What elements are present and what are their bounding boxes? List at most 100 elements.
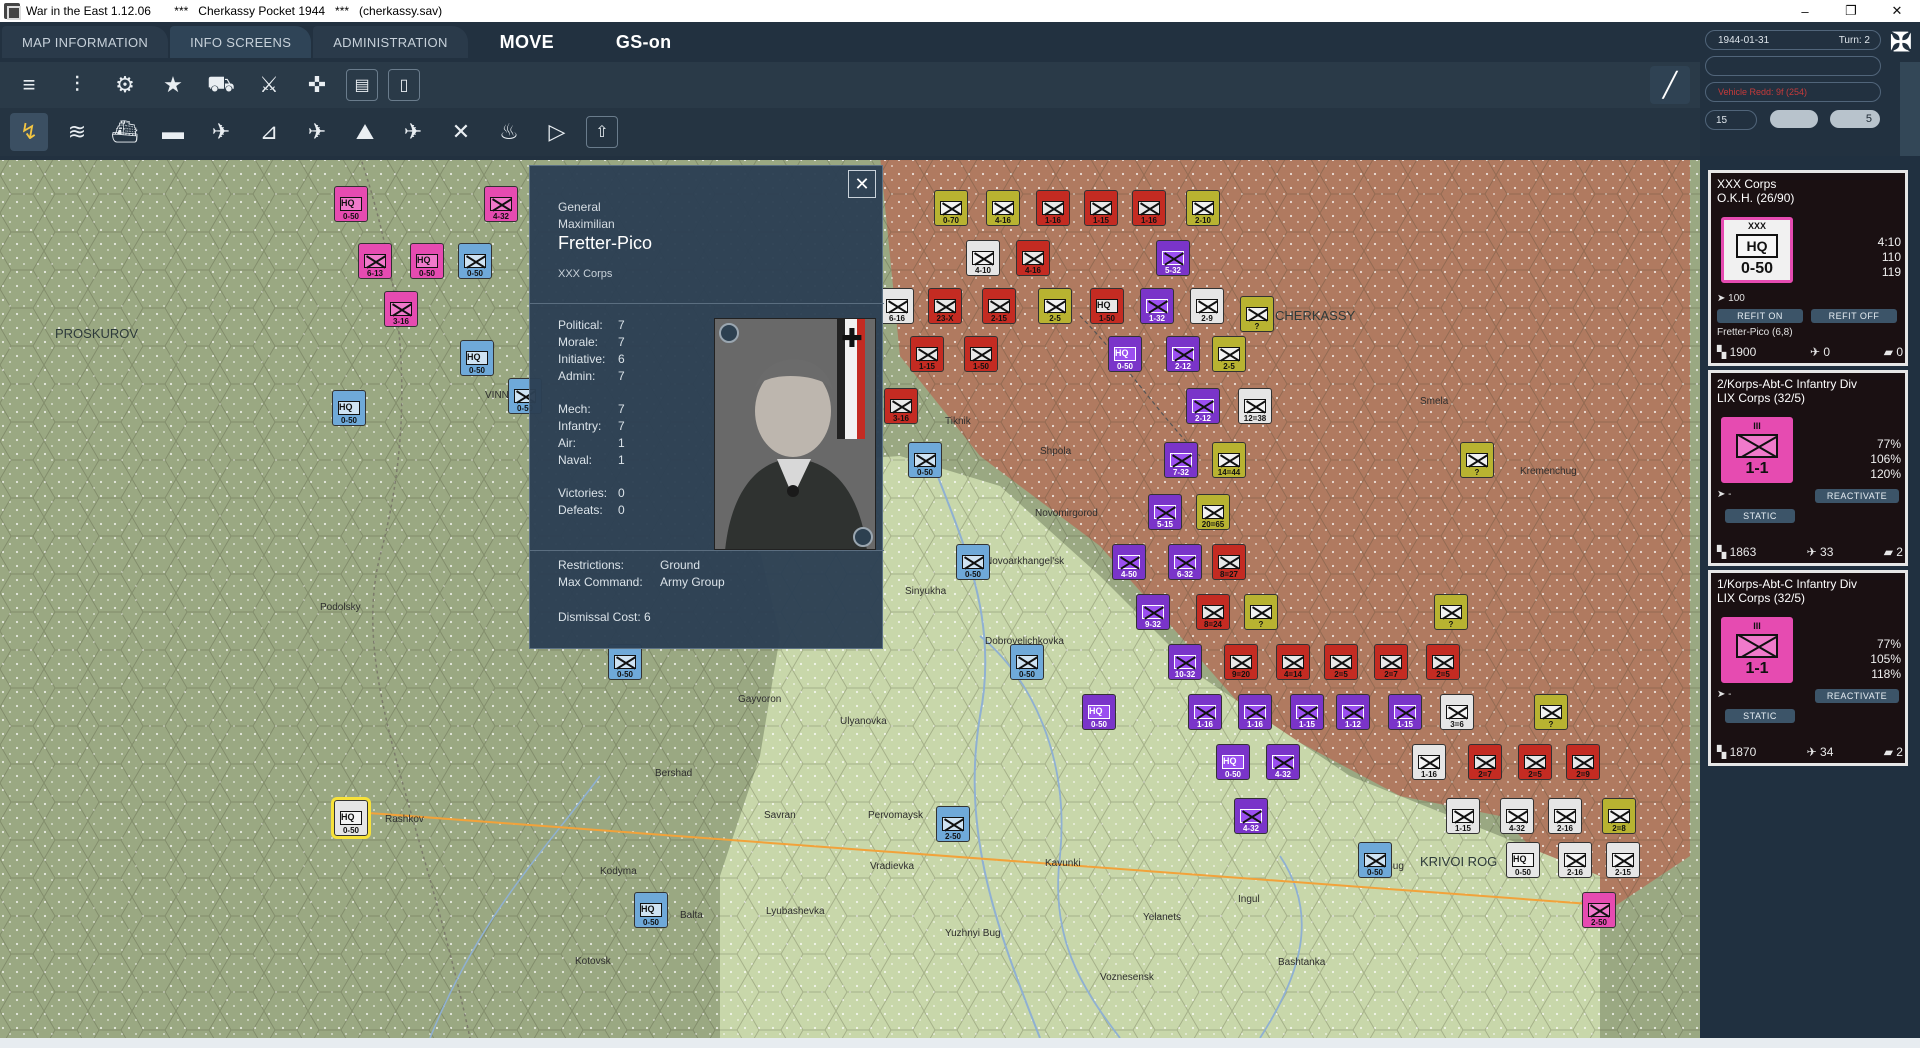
map-unit-counter[interactable]: HQ 0-50 — [1506, 842, 1540, 878]
map-unit-counter[interactable]: 1-12 — [1336, 694, 1370, 730]
map-unit-counter[interactable]: 2-16 — [1548, 798, 1582, 834]
map-unit-counter[interactable]: HQ 0-50 — [1108, 336, 1142, 372]
map-unit-counter[interactable]: 2-15 — [982, 288, 1016, 324]
tab-info-screens[interactable]: INFO SCREENS — [170, 26, 312, 58]
tab-map-information[interactable]: MAP INFORMATION — [2, 26, 169, 58]
map-unit-counter[interactable]: HQ 1-50 — [1090, 288, 1124, 324]
map-unit-counter[interactable]: 1-50 — [964, 336, 998, 372]
unit-counter[interactable]: XXX HQ 0-50 — [1721, 217, 1793, 283]
toolbar2-icon-0[interactable]: ↯ — [10, 113, 48, 151]
map-unit-counter[interactable]: 1-32 — [1140, 288, 1174, 324]
map-unit-counter[interactable]: 4-50 — [1112, 544, 1146, 580]
map-unit-counter[interactable]: 1-15 — [1388, 694, 1422, 730]
map-unit-counter[interactable]: 2-5 — [1212, 336, 1246, 372]
map-unit-counter[interactable]: 2-16 — [1558, 842, 1592, 878]
toolbar1-icon-0[interactable]: ≡ — [10, 66, 48, 104]
close-button[interactable]: ✕ — [1874, 0, 1920, 22]
map-unit-counter[interactable]: 20=65 — [1196, 494, 1230, 530]
map-unit-counter[interactable]: 4-32 — [1234, 798, 1268, 834]
map-unit-counter[interactable]: 1-15 — [1446, 798, 1480, 834]
map-unit-counter[interactable]: 1-16 — [1188, 694, 1222, 730]
toolbar2-icon-5[interactable]: ⊿ — [250, 113, 288, 151]
map-unit-counter[interactable]: 1-16 — [1036, 190, 1070, 226]
map-unit-counter[interactable]: 8=24 — [1196, 594, 1230, 630]
map-unit-counter[interactable]: HQ 0-50 — [1082, 694, 1116, 730]
map-unit-counter[interactable]: 1-15 — [1290, 694, 1324, 730]
map-unit-counter[interactable]: HQ 0-50 — [1216, 744, 1250, 780]
map-unit-counter[interactable]: 2-50 — [1582, 892, 1616, 928]
map-unit-counter[interactable]: 1-16 — [1412, 744, 1446, 780]
map-unit-counter[interactable]: ? — [1460, 442, 1494, 478]
map-unit-counter[interactable]: 2-5 — [1038, 288, 1072, 324]
map-unit-counter[interactable]: HQ 0-50 — [331, 797, 371, 839]
unit-card-hq[interactable]: XXX Corps O.K.H. (26/90) XXX HQ 0-50 4:10… — [1708, 170, 1908, 366]
map-unit-counter[interactable]: 2=7 — [1374, 644, 1408, 680]
map-unit-counter[interactable]: 2-15 — [1606, 842, 1640, 878]
toolbar2-icon-10[interactable]: ♨ — [490, 113, 528, 151]
map-unit-counter[interactable]: 8=27 — [1212, 544, 1246, 580]
toolbar2-icon-12[interactable]: ⇧ — [586, 116, 618, 148]
unit-card-infantry-2[interactable]: 2/Korps-Abt-C Infantry Div LIX Corps (32/… — [1708, 370, 1908, 566]
toolbar1-icon-6[interactable]: ✜ — [298, 66, 336, 104]
move-mode-button[interactable]: MOVE — [470, 26, 584, 58]
unit-counter[interactable]: III 1-1 — [1721, 617, 1793, 683]
toolbar1-icon-7[interactable]: ▤ — [346, 69, 378, 101]
map-unit-counter[interactable]: 6-32 — [1168, 544, 1202, 580]
map-unit-counter[interactable]: 1-15 — [1084, 190, 1118, 226]
tab-administration[interactable]: ADMINISTRATION — [313, 26, 468, 58]
reactivate-button[interactable]: REACTIVATE — [1815, 489, 1899, 503]
reactivate-button[interactable]: REACTIVATE — [1815, 689, 1899, 703]
map-unit-counter[interactable]: HQ 0-50 — [634, 892, 668, 928]
map-unit-counter[interactable]: 4=14 — [1276, 644, 1310, 680]
map-unit-counter[interactable]: HQ 0-50 — [410, 243, 444, 279]
map-unit-counter[interactable]: 0-50 — [1010, 644, 1044, 680]
toolbar2-icon-8[interactable]: ✈ — [394, 113, 432, 151]
map-unit-counter[interactable]: 9=20 — [1224, 644, 1258, 680]
minimize-button[interactable]: – — [1782, 0, 1828, 22]
map-unit-counter[interactable]: 0-50 — [458, 243, 492, 279]
map-unit-counter[interactable]: 2-12 — [1166, 336, 1200, 372]
map-unit-counter[interactable]: 3-16 — [884, 388, 918, 424]
toolbar2-icon-9[interactable]: ✕ — [442, 113, 480, 151]
toolbar1-icon-4[interactable]: ⛟ — [202, 66, 240, 104]
map-unit-counter[interactable]: 0-50 — [608, 644, 642, 680]
map-unit-counter[interactable]: 4-16 — [986, 190, 1020, 226]
toolbar1-icon-3[interactable]: ★ — [154, 66, 192, 104]
toolbar2-icon-11[interactable]: ▷ — [538, 113, 576, 151]
restore-button[interactable]: ❐ — [1828, 0, 1874, 22]
map-unit-counter[interactable]: 3-16 — [384, 291, 418, 327]
toolbar1-icon-5[interactable]: ⚔ — [250, 66, 288, 104]
close-popup-button[interactable]: ✕ — [848, 170, 876, 198]
toolbar2-icon-7[interactable]: ⛰ — [346, 113, 384, 151]
map-unit-counter[interactable]: HQ 0-50 — [460, 340, 494, 376]
map-unit-counter[interactable]: 5-32 — [1156, 240, 1190, 276]
static-button[interactable]: STATIC — [1725, 709, 1795, 723]
map-unit-counter[interactable]: 2=5 — [1324, 644, 1358, 680]
toolbar2-icon-2[interactable]: ⛴ — [106, 113, 144, 151]
map-unit-counter[interactable]: 1-16 — [1132, 190, 1166, 226]
map-unit-counter[interactable]: 4-10 — [966, 240, 1000, 276]
map-unit-counter[interactable]: 14=44 — [1212, 442, 1246, 478]
toolbar1-icon-8[interactable]: ▯ — [388, 69, 420, 101]
map-unit-counter[interactable]: 1-16 — [1238, 694, 1272, 730]
map-unit-counter[interactable]: 3=6 — [1440, 694, 1474, 730]
map-unit-counter[interactable]: 23-X — [928, 288, 962, 324]
map-unit-counter[interactable]: 7-32 — [1164, 442, 1198, 478]
map-unit-counter[interactable]: 0-50 — [956, 544, 990, 580]
map-unit-counter[interactable]: 6-16 — [880, 288, 914, 324]
map-unit-counter[interactable]: 10-32 — [1168, 644, 1202, 680]
map-unit-counter[interactable]: 2=7 — [1468, 744, 1502, 780]
map-unit-counter[interactable]: 6-13 — [358, 243, 392, 279]
refit-off-button[interactable]: REFIT OFF — [1811, 309, 1897, 323]
map-unit-counter[interactable]: ? — [1240, 296, 1274, 332]
map-unit-counter[interactable]: 2-12 — [1186, 388, 1220, 424]
slash-tool-button[interactable]: ╱ — [1650, 66, 1690, 104]
toolbar2-icon-6[interactable]: ✈ — [298, 113, 336, 151]
map-unit-counter[interactable]: 4-16 — [1016, 240, 1050, 276]
map-unit-counter[interactable]: 1-15 — [910, 336, 944, 372]
map-unit-counter[interactable]: 0-50 — [908, 442, 942, 478]
toolbar1-icon-1[interactable]: ⫶ — [58, 66, 96, 104]
dismissal-cost[interactable]: Dismissal Cost: 6 — [558, 610, 651, 624]
static-button[interactable]: STATIC — [1725, 509, 1795, 523]
map-unit-counter[interactable]: 5-15 — [1148, 494, 1182, 530]
